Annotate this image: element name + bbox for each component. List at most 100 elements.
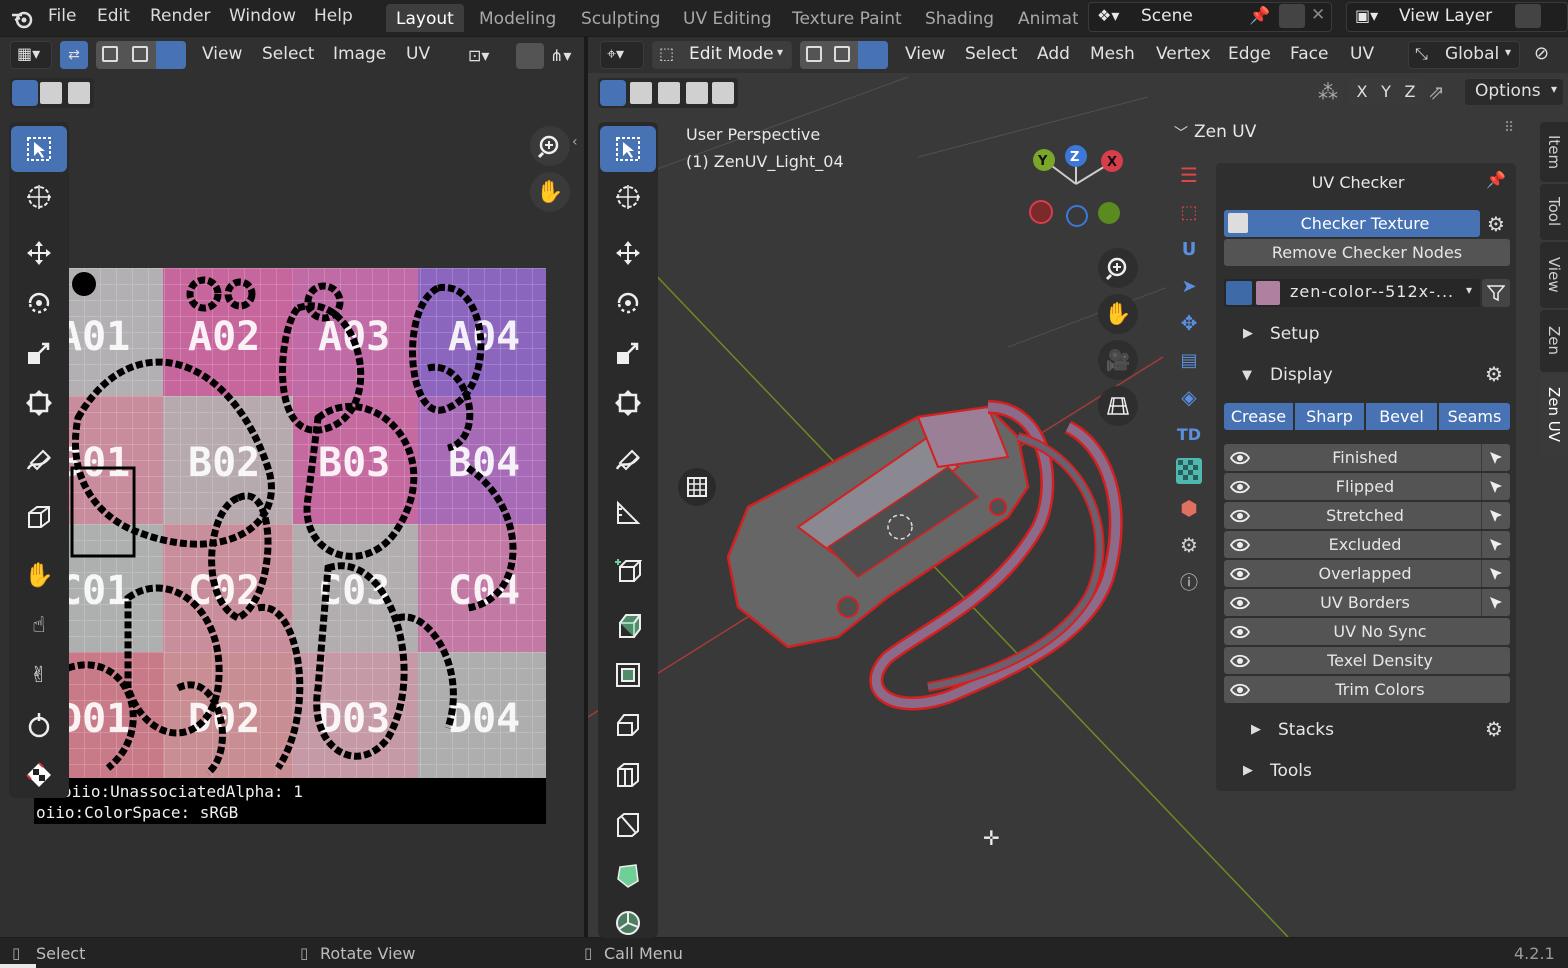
- display-collapse-icon[interactable]: ▼: [1242, 368, 1252, 383]
- axis-z-toggle[interactable]: Z: [1398, 82, 1422, 101]
- viewport-editor-type[interactable]: ⌖▾: [600, 41, 644, 69]
- zen-trim-icon[interactable]: ⬢: [1176, 495, 1202, 521]
- vp-extrude-tool[interactable]: [600, 602, 656, 648]
- select-finished-icon[interactable]: [1481, 444, 1510, 471]
- sidebar-tab-zen-uv[interactable]: Zen UV: [1540, 374, 1568, 456]
- filter-icon[interactable]: [1482, 279, 1510, 307]
- pin-icon[interactable]: 📌: [1249, 6, 1270, 26]
- collapse-arrow-icon[interactable]: ‹: [572, 134, 578, 150]
- remove-checker-nodes-button[interactable]: Remove Checker Nodes: [1224, 239, 1510, 266]
- vp-poly-build-tool[interactable]: [600, 852, 656, 898]
- select-extend-icon[interactable]: [40, 82, 62, 104]
- new-view-layer-icon[interactable]: [1515, 4, 1541, 28]
- cursor-tool[interactable]: [11, 174, 67, 220]
- vp-menu-select[interactable]: Select: [965, 44, 1017, 64]
- vp-inset-tool[interactable]: [600, 652, 656, 698]
- vp-select-intersect-icon[interactable]: [712, 82, 734, 104]
- image-browse-icon[interactable]: [1226, 281, 1252, 305]
- vp-menu-edge[interactable]: Edge: [1228, 44, 1271, 64]
- vp-select-box-tool[interactable]: [600, 126, 656, 172]
- sidebar-tab-zen[interactable]: Zen: [1540, 310, 1568, 372]
- ortho-toggle-icon[interactable]: [1098, 386, 1138, 426]
- edge-mode-icon[interactable]: [132, 46, 148, 62]
- vp-select-invert-icon[interactable]: [686, 82, 708, 104]
- new-scene-icon[interactable]: [1279, 4, 1305, 28]
- vertex-mode-icon[interactable]: [102, 46, 118, 62]
- vp-pan-icon[interactable]: ✋: [1098, 294, 1138, 334]
- stitch-tool[interactable]: [11, 702, 67, 748]
- zen-uv-panel-title[interactable]: Zen UV: [1194, 122, 1256, 142]
- editor-type-dropdown[interactable]: ▦▾: [10, 41, 52, 69]
- vp-zoom-icon[interactable]: [1098, 248, 1138, 288]
- blender-logo-icon[interactable]: [10, 6, 34, 30]
- face-mode-icon[interactable]: [156, 41, 186, 69]
- sharp-toggle[interactable]: Sharp: [1295, 403, 1364, 430]
- setup-section[interactable]: Setup: [1270, 324, 1319, 344]
- zen-help-icon[interactable]: ⓘ: [1176, 569, 1202, 595]
- display-section[interactable]: Display: [1270, 365, 1333, 385]
- axis-x-toggle[interactable]: X: [1350, 82, 1374, 101]
- uv-zoom-icon[interactable]: [530, 126, 570, 166]
- vp-annotate-tool[interactable]: [600, 438, 656, 484]
- display-uv-no-sync-row[interactable]: UV No Sync: [1224, 618, 1510, 645]
- rotate-tool[interactable]: [11, 280, 67, 326]
- checker-settings-icon[interactable]: ⚙: [1482, 210, 1510, 237]
- select-excluded-icon[interactable]: [1481, 531, 1510, 558]
- display-trim-colors-row[interactable]: Trim Colors: [1224, 676, 1510, 703]
- vp-box-select-modes[interactable]: [598, 78, 738, 108]
- vp-menu-mesh[interactable]: Mesh: [1090, 44, 1135, 64]
- uv-menu-image[interactable]: Image: [333, 44, 386, 64]
- sidebar-tab-view[interactable]: View: [1540, 242, 1568, 308]
- select-box-tool[interactable]: [11, 126, 67, 172]
- display-overlapped-row[interactable]: Overlapped: [1224, 560, 1510, 587]
- face-select-icon[interactable]: [858, 41, 888, 69]
- vp-select-new-icon[interactable]: [600, 80, 626, 106]
- scale-tool[interactable]: [11, 330, 67, 376]
- zen-select-icon[interactable]: ➤: [1176, 273, 1202, 299]
- checker-image-dropdown[interactable]: zen-color--512x-... ▾: [1224, 279, 1480, 307]
- vp-cursor-tool[interactable]: [600, 174, 656, 220]
- panel-pin-icon[interactable]: 📌: [1486, 170, 1506, 189]
- display-settings-icon[interactable]: ⚙: [1485, 362, 1503, 386]
- crease-toggle[interactable]: Crease: [1224, 403, 1293, 430]
- vp-menu-view[interactable]: View: [905, 44, 945, 64]
- uv-menu-uv[interactable]: UV: [406, 44, 430, 64]
- scene-selector[interactable]: ❖▾ Scene 📌 ✕: [1088, 2, 1332, 32]
- vertex-select-icon[interactable]: [806, 46, 822, 62]
- tab-modeling[interactable]: Modeling: [469, 4, 566, 32]
- zen-preferences-icon[interactable]: ⚙: [1176, 532, 1202, 558]
- camera-view-icon[interactable]: 🎥: [1098, 340, 1138, 380]
- menu-file[interactable]: File: [48, 6, 76, 26]
- seams-toggle[interactable]: Seams: [1439, 403, 1510, 430]
- display-uv-borders-row[interactable]: UV Borders: [1224, 589, 1510, 616]
- select-overlapped-icon[interactable]: [1481, 560, 1510, 587]
- tools-expand-icon[interactable]: ▶: [1243, 763, 1253, 778]
- axis-y-toggle[interactable]: Y: [1374, 82, 1398, 101]
- transform-tool[interactable]: [11, 380, 67, 426]
- zen-seams-icon[interactable]: ⬚: [1176, 199, 1202, 225]
- uv-pan-icon[interactable]: ✋: [530, 172, 570, 212]
- checker-texture-button[interactable]: Checker Texture: [1224, 210, 1480, 237]
- stacks-expand-icon[interactable]: ▶: [1251, 722, 1261, 737]
- sidebar-tab-item[interactable]: Item: [1540, 122, 1568, 182]
- zen-uv-pie-icon[interactable]: [678, 468, 716, 506]
- vp-add-cube-tool[interactable]: [600, 548, 656, 594]
- rip-tool[interactable]: [11, 494, 67, 540]
- annotate-tool[interactable]: [11, 438, 67, 484]
- setup-expand-icon[interactable]: ▶: [1243, 326, 1253, 341]
- select-new-icon[interactable]: [12, 80, 38, 106]
- vp-select-extend-icon[interactable]: [630, 82, 652, 104]
- sidebar-tab-tool[interactable]: Tool: [1540, 184, 1568, 240]
- snap-icon[interactable]: ⊘: [1534, 43, 1549, 64]
- menu-help[interactable]: Help: [314, 6, 353, 26]
- uv-box-select-modes[interactable]: [10, 78, 94, 108]
- menu-render[interactable]: Render: [150, 6, 211, 26]
- edge-select-icon[interactable]: [834, 46, 850, 62]
- tab-animation[interactable]: Animati: [1008, 4, 1078, 32]
- vp-transform-tool[interactable]: [600, 380, 656, 426]
- tab-layout[interactable]: Layout: [386, 4, 464, 32]
- vp-menu-face[interactable]: Face: [1290, 44, 1328, 64]
- mode-dropdown[interactable]: ⬚ Edit Mode ▾: [652, 41, 792, 69]
- close-scene-icon[interactable]: ✕: [1311, 5, 1325, 25]
- tab-texture-paint[interactable]: Texture Paint: [782, 4, 912, 32]
